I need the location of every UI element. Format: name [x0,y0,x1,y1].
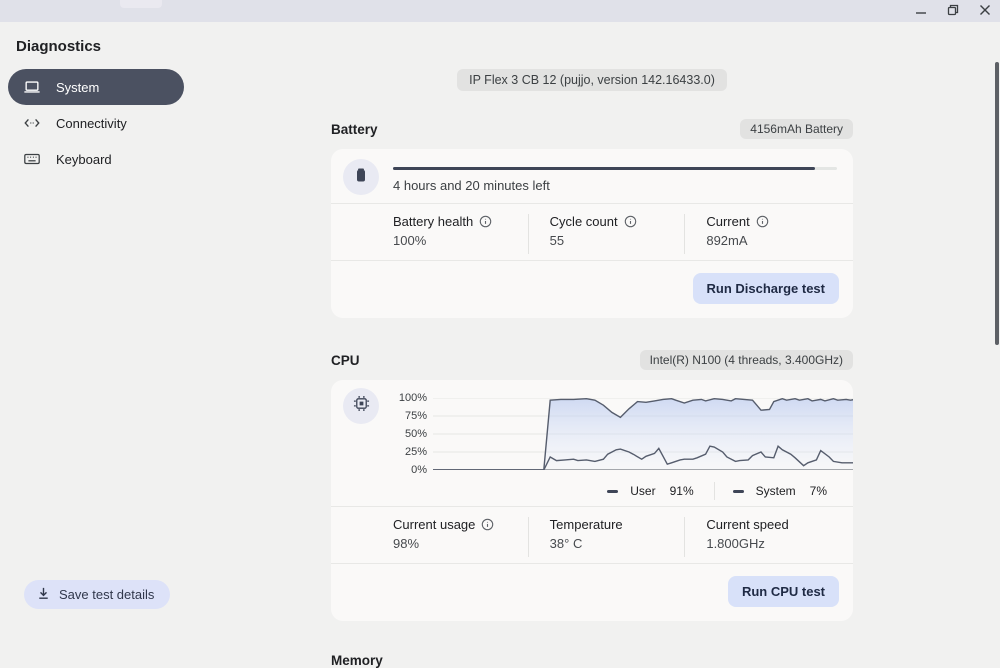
cpu-section: CPU Intel(R) N100 (4 threads, 3.400GHz) … [331,350,853,621]
battery-section: Battery 4156mAh Battery 4 hours and 20 m… [331,119,853,318]
close-button[interactable] [976,2,994,20]
save-button-label: Save test details [59,587,155,602]
info-icon[interactable] [756,215,769,228]
battery-details: Battery health 100% Cycle count 55 Curre… [331,204,853,260]
temperature-column: Temperature 38° C [527,517,685,557]
current-usage-value: 98% [393,536,420,551]
minimize-button[interactable] [912,2,930,20]
battery-health-value: 100% [393,233,427,248]
chart-y-axis: 100% 75% 50% 25% 0% [395,392,433,476]
y-tick: 0% [411,464,427,476]
info-icon[interactable] [624,215,637,228]
device-banner: IP Flex 3 CB 12 (pujjo, version 142.1643… [331,69,853,91]
sidebar-item-system[interactable]: System [8,69,184,105]
window-titlebar [0,0,1000,22]
cycle-count-column: Cycle count 55 [527,214,685,254]
cycle-count-value: 55 [549,233,565,248]
current-value: 892mA [706,233,748,248]
battery-time-left: 4 hours and 20 minutes left [393,178,550,193]
y-tick: 50% [404,428,427,440]
cpu-card: 100% 75% 50% 25% 0% User 91% System 7% C… [331,380,853,621]
y-tick: 100% [398,392,427,404]
chart-legend: User 91% System 7% [331,474,853,506]
legend-value: 7% [809,484,827,498]
temperature-value: 38° C [549,536,583,551]
run-discharge-test-button[interactable]: Run Discharge test [692,273,839,304]
scrollbar-thumb[interactable] [995,62,999,345]
chart-plot-area [433,398,853,470]
current-column: Current 892mA [684,214,841,254]
battery-health-column: Battery health 100% [393,214,528,248]
close-icon [979,4,991,19]
legend-label: User [630,484,656,498]
minimize-icon [915,4,927,19]
cpu-model-badge: Intel(R) N100 (4 threads, 3.400GHz) [639,350,853,370]
legend-item-user: User 91% [607,484,709,498]
sidebar-item-keyboard[interactable]: Keyboard [8,141,184,177]
current-speed-value: 1.800GHz [706,536,765,551]
user-series-dash-icon [607,489,619,493]
y-tick: 25% [404,446,427,458]
info-icon[interactable] [479,215,492,228]
cpu-usage-chart: 100% 75% 50% 25% 0% [379,388,853,476]
legend-label: System [755,484,796,498]
legend-item-system: System 7% [732,484,843,498]
cpu-chip-icon [353,395,370,417]
battery-card: 4 hours and 20 minutes left Battery heal… [331,149,853,318]
run-cpu-test-button[interactable]: Run CPU test [727,576,839,607]
legend-value: 91% [669,484,694,498]
sidebar-item-label: Keyboard [56,151,112,167]
system-series-dash-icon [732,489,744,493]
window-controls [912,0,994,22]
current-usage-column: Current usage 98% [393,517,528,551]
sidebar-item-connectivity[interactable]: Connectivity [8,105,184,141]
memory-section-title: Memory [331,653,383,668]
battery-icon-circle [343,159,379,195]
titlebar-highlight [120,0,162,8]
main-content: IP Flex 3 CB 12 (pujjo, version 142.1643… [331,69,853,668]
sidebar-item-label: Connectivity [56,115,127,131]
download-icon [36,586,51,604]
battery-health-label: Battery health [393,214,474,229]
battery-icon [353,167,369,188]
connectivity-icon [22,113,42,133]
current-usage-label: Current usage [393,517,476,532]
sidebar: System Connectivity Keyboard [8,69,184,177]
page-title: Diagnostics [16,38,102,55]
restore-icon [947,4,959,19]
cpu-section-title: CPU [331,352,360,368]
temperature-label: Temperature [549,517,623,532]
laptop-icon [22,77,42,97]
cpu-details: Current usage 98% Temperature 38° C Curr… [331,507,853,563]
info-icon[interactable] [481,518,494,531]
keyboard-icon [22,149,42,169]
current-speed-label: Current speed [706,517,789,532]
restore-button[interactable] [944,2,962,20]
cycle-count-label: Cycle count [549,214,618,229]
current-label: Current [706,214,750,229]
battery-progress-fill [393,167,815,170]
battery-progress-track [393,167,837,170]
sidebar-item-label: System [56,79,100,95]
y-tick: 75% [404,410,427,422]
legend-separator [713,482,715,500]
cpu-icon-circle [343,388,379,424]
battery-capacity-badge: 4156mAh Battery [740,119,853,139]
device-info-badge: IP Flex 3 CB 12 (pujjo, version 142.1643… [457,69,727,91]
current-speed-column: Current speed 1.800GHz [684,517,841,557]
memory-section: Memory [331,653,853,668]
battery-section-title: Battery [331,121,378,137]
save-test-details-button[interactable]: Save test details [24,580,171,609]
